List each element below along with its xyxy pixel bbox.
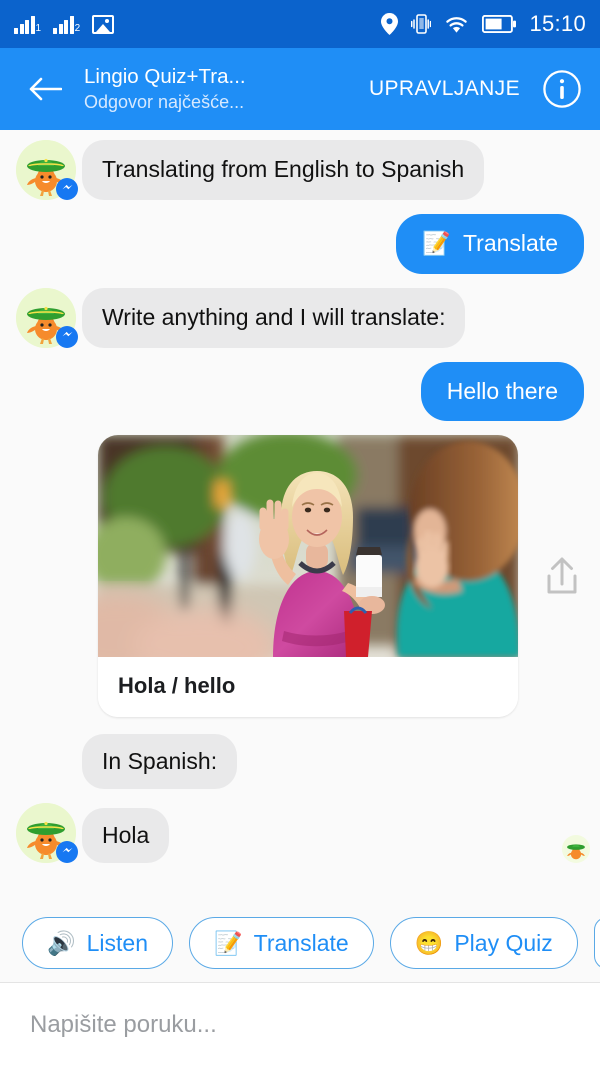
conversation-subtitle: Odgovor najčešće... xyxy=(84,91,245,112)
app-bar: Lingio Quiz+Tra... Odgovor najčešće... U… xyxy=(0,48,600,130)
card-photo xyxy=(98,435,518,658)
message-row-card: Hola / hello xyxy=(0,435,600,718)
speaker-icon: 🔊 xyxy=(47,929,76,956)
message-row-incoming: Write anything and I will translate: xyxy=(0,287,600,348)
status-bar-clock: 15:10 xyxy=(529,11,586,36)
bot-avatar xyxy=(16,287,78,348)
memo-pencil-icon: 📝 xyxy=(422,230,451,257)
back-arrow-icon xyxy=(29,77,62,101)
messenger-bolt-icon xyxy=(62,332,72,337)
quick-reply-play-quiz[interactable]: 😁 Play Quiz xyxy=(389,917,578,969)
quick-reply-listen[interactable]: 🔊 Listen xyxy=(22,917,174,969)
message-row-incoming: In Spanish: xyxy=(0,729,600,790)
location-pin-icon xyxy=(381,13,399,35)
status-bar-left-icons: 1 2 xyxy=(14,14,115,34)
quick-reply-label: Play Quiz xyxy=(454,929,553,956)
message-bubble: Hello there xyxy=(420,361,584,422)
avatar-spacer xyxy=(16,729,76,789)
quick-reply-label: Translate xyxy=(253,929,349,956)
conversation-titles[interactable]: Lingio Quiz+Tra... Odgovor najčešće... xyxy=(84,64,246,114)
back-button[interactable] xyxy=(24,68,66,110)
conversation-title: Lingio Quiz+Tra... xyxy=(84,64,246,88)
message-row-incoming: Translating from English to Spanish xyxy=(0,140,600,200)
message-row-incoming: Hola xyxy=(0,803,600,864)
quick-reply-partial[interactable] xyxy=(593,917,600,969)
seen-indicator-avatar xyxy=(562,835,590,864)
messenger-bolt-icon xyxy=(62,184,72,189)
sim1-label: 1 xyxy=(35,23,42,34)
lingio-bird-seen-icon xyxy=(562,835,590,864)
share-arrow-icon xyxy=(547,557,577,594)
message-bubble: Write anything and I will translate: xyxy=(82,288,466,348)
message-list[interactable]: Translating from English to Spanish 📝 Tr… xyxy=(0,130,600,904)
signal-bars-sim1-icon: 1 xyxy=(14,14,41,34)
waving-woman-photo xyxy=(98,435,518,658)
grinning-face-icon: 😁 xyxy=(414,929,444,956)
message-bubble-label: Translate xyxy=(462,230,558,256)
image-card[interactable]: Hola / hello xyxy=(98,435,518,718)
card-caption: Hola / hello xyxy=(98,657,518,718)
message-composer[interactable] xyxy=(0,982,600,1066)
vibrate-icon xyxy=(411,14,432,34)
info-circle-icon xyxy=(543,70,581,108)
messenger-bolt-icon xyxy=(62,847,72,853)
quick-reply-translate[interactable]: 📝 Translate xyxy=(189,917,374,969)
quick-reply-bar[interactable]: 🔊 Listen 📝 Translate 😁 Play Quiz xyxy=(0,904,600,982)
messenger-chat-screen: 1 2 15:10 Lingio Quiz+Tra... Odgovor naj… xyxy=(0,0,600,1066)
memo-pencil-icon: 📝 xyxy=(214,929,243,956)
message-row-outgoing: 📝 Translate xyxy=(0,214,600,274)
messenger-badge-icon xyxy=(56,325,78,348)
messenger-badge-icon xyxy=(56,178,78,200)
share-upload-icon[interactable] xyxy=(540,554,584,598)
manage-button[interactable]: UPRAVLJANJE xyxy=(369,77,520,101)
info-button[interactable] xyxy=(542,69,582,109)
sim2-label: 2 xyxy=(74,23,81,34)
status-bar: 1 2 15:10 xyxy=(0,0,600,48)
photo-icon xyxy=(92,15,115,34)
message-input[interactable] xyxy=(30,1010,570,1039)
bot-avatar xyxy=(16,803,78,864)
quick-reply-label: Listen xyxy=(86,929,149,956)
wifi-icon xyxy=(446,17,468,33)
message-bubble-translate[interactable]: 📝 Translate xyxy=(396,214,584,274)
message-bubble: In Spanish: xyxy=(82,733,238,790)
signal-bars-sim2-icon: 2 xyxy=(53,14,80,34)
bot-avatar xyxy=(16,140,78,200)
message-bubble: Hola xyxy=(82,807,170,864)
message-bubble: Translating from English to Spanish xyxy=(82,140,485,200)
status-bar-right-icons: 15:10 xyxy=(381,11,586,37)
message-row-outgoing: Hello there xyxy=(0,361,600,422)
battery-icon xyxy=(482,15,517,33)
